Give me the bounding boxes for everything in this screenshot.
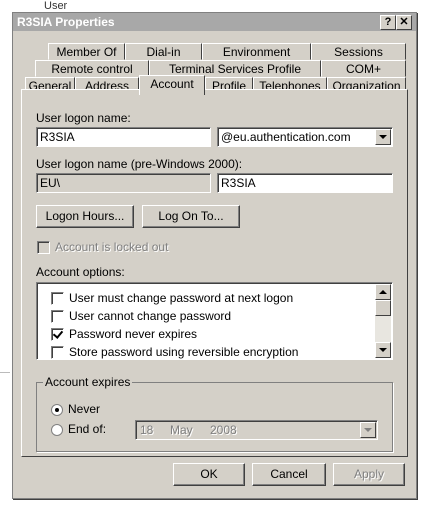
account-expires-group: Account expires Never End of: 18 May 200… (36, 375, 393, 452)
option-cannot-change-label: User cannot change password (69, 309, 232, 323)
option-reversible-encryption-checkbox[interactable] (51, 346, 64, 359)
domain-select-value: @eu.authentication.com (221, 130, 351, 144)
end-date-picker: 18 May 2008 (135, 420, 378, 440)
tab-dial-in[interactable]: Dial-in (125, 43, 202, 60)
tab-member-of[interactable]: Member Of (48, 43, 125, 60)
scroll-down-button[interactable] (375, 342, 391, 358)
account-options-label: Account options: (36, 265, 125, 279)
ok-button[interactable]: OK (173, 463, 245, 486)
close-icon: ✕ (399, 16, 409, 28)
date-dropdown-icon (360, 422, 376, 438)
background-user-label: User (44, 0, 68, 12)
apply-button[interactable]: Apply (333, 463, 405, 486)
option-change-at-next-logon-label: User must change password at next logon (69, 291, 294, 305)
end-of-label: End of: (68, 422, 107, 436)
pre2000-label: User logon name (pre-Windows 2000): (36, 157, 243, 171)
cancel-button[interactable]: Cancel (252, 463, 326, 486)
tab-account[interactable]: Account (139, 75, 205, 95)
log-on-to-button[interactable]: Log On To... (142, 205, 240, 228)
logon-hours-button[interactable]: Logon Hours... (36, 205, 134, 228)
option-change-at-next-logon-checkbox[interactable] (51, 292, 64, 305)
properties-dialog: R3SIA Properties ? ✕ Member Of Dial-in E… (12, 12, 417, 499)
tab-sessions[interactable]: Sessions (311, 43, 406, 60)
close-button[interactable]: ✕ (396, 15, 412, 30)
title-bar: R3SIA Properties ? ✕ (13, 13, 416, 31)
option-reversible-encryption-label: Store password using reversible encrypti… (69, 345, 299, 359)
account-options-list: User must change password at next logon … (36, 282, 393, 360)
scroll-thumb[interactable] (375, 300, 391, 316)
end-year: 2008 (210, 423, 237, 437)
pre2000-domain-field: EU\ (36, 173, 211, 193)
account-expires-label: Account expires (43, 375, 133, 389)
option-never-expires-checkbox[interactable] (51, 328, 64, 341)
chevron-down-icon[interactable] (375, 129, 391, 145)
pre2000-name-input[interactable]: R3SIA (217, 173, 393, 193)
option-cannot-change-checkbox[interactable] (51, 310, 64, 323)
end-month: May (170, 423, 193, 437)
logon-name-label: User logon name: (36, 111, 131, 125)
arrow-up-icon (379, 290, 387, 294)
tab-environment[interactable]: Environment (202, 43, 311, 60)
locked-out-checkbox (37, 241, 50, 254)
locked-out-label: Account is locked out (55, 240, 169, 254)
tab-remote-control[interactable]: Remote control (35, 60, 149, 77)
tab-com-plus[interactable]: COM+ (321, 60, 406, 77)
end-of-radio[interactable] (51, 424, 63, 436)
logon-name-input[interactable]: R3SIA (36, 127, 211, 147)
scroll-up-button[interactable] (375, 284, 391, 300)
option-never-expires-label: Password never expires (69, 327, 198, 341)
domain-select[interactable]: @eu.authentication.com (217, 127, 393, 147)
options-scrollbar[interactable] (375, 284, 391, 358)
never-label: Never (68, 402, 101, 416)
help-button[interactable]: ? (380, 15, 396, 30)
background-divider (0, 372, 10, 373)
never-radio[interactable] (51, 404, 63, 416)
window-title: R3SIA Properties (17, 15, 115, 29)
end-day: 18 (140, 423, 154, 437)
account-tab-panel: User logon name: R3SIA @eu.authenticatio… (21, 89, 408, 457)
arrow-down-icon (379, 348, 387, 352)
